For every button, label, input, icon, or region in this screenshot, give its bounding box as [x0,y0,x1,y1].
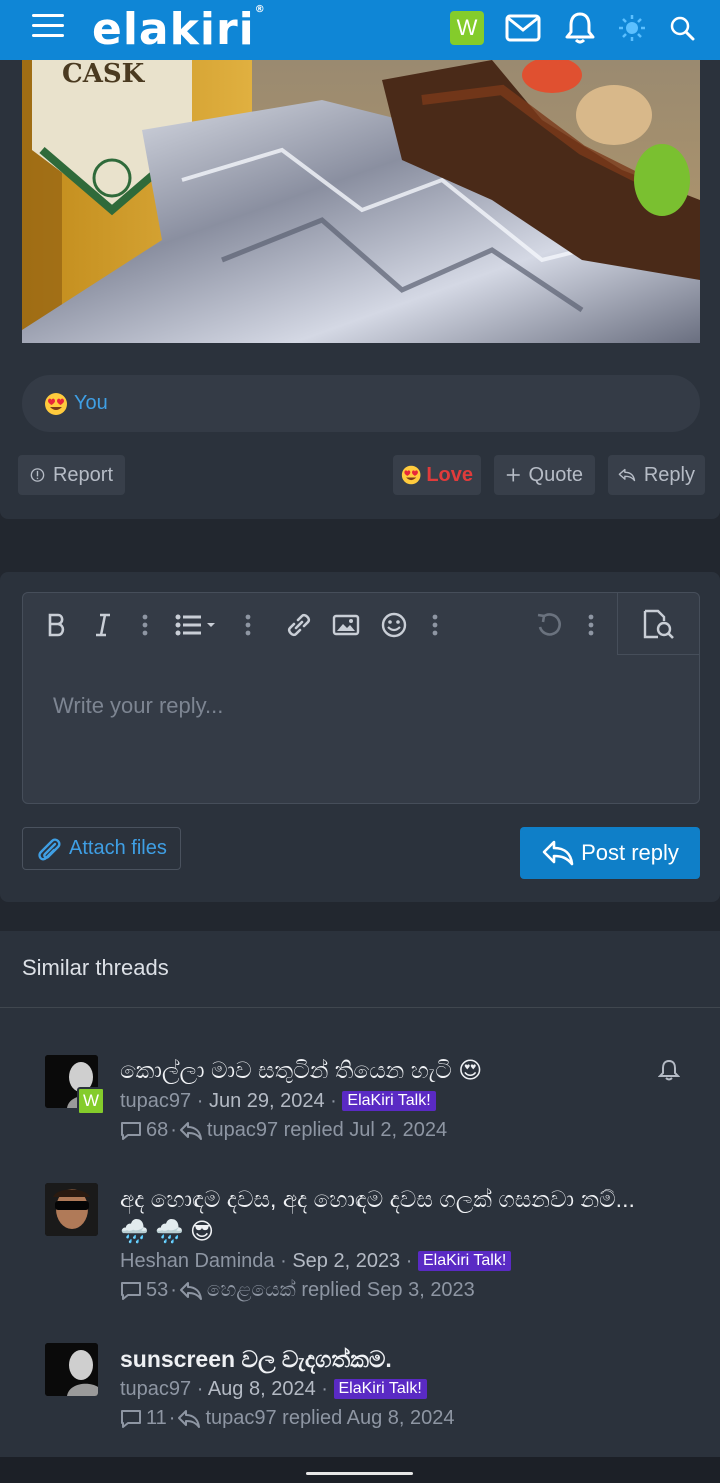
avatar[interactable] [45,1183,98,1236]
report-label: Report [52,463,113,486]
love-label: Love [426,463,473,486]
reaction-user-link[interactable]: You [74,392,108,415]
image-icon[interactable] [330,609,362,641]
paperclip-icon [38,838,61,860]
comment-icon [121,1121,141,1140]
thread-title-link[interactable]: අද හොඳම දවස, අද හොඳම දවස ගලක් ගසනවා නම්.… [120,1183,660,1247]
link-icon[interactable] [283,609,315,641]
more-options-icon[interactable] [232,609,264,641]
alert-circle-icon [30,468,45,482]
similar-threads-block: Similar threads W කොල්ලා මාව සතුටින් තිය… [0,931,720,1457]
love-eyes-emoji-icon [44,392,68,416]
reply-editor[interactable]: Write your reply... [22,592,700,804]
thread-date: Sep 2, 2023 [292,1250,401,1272]
last-reply-info[interactable]: හෙළයෙක් replied Sep 3, 2023 [207,1279,475,1302]
report-button[interactable]: Report [18,455,125,495]
post-attachment-image[interactable]: CASK [22,60,700,343]
home-indicator[interactable] [306,1472,413,1475]
thread-title-link[interactable]: sunscreen වල වැදගත්කම. [120,1343,660,1375]
post-card: CASK You Report Love Quote Reply [0,60,720,519]
quote-label: Quote [528,463,583,486]
bell-icon[interactable] [657,1059,681,1081]
thread-date: Jun 29, 2024 [208,1090,325,1112]
reply-arrow-icon [179,1121,202,1140]
divider [0,1007,720,1008]
last-reply-info[interactable]: tupac97 replied Jul 2, 2024 [207,1119,447,1142]
plus-icon [506,468,520,482]
emoji-icon[interactable] [378,609,410,641]
more-options-icon[interactable] [129,609,161,641]
reply-arrow-icon [178,1409,201,1428]
thread-meta: tupac97 · Jun 29, 2024 · ElaKiri Talk! [120,1090,436,1113]
preview-button[interactable] [617,593,699,655]
thread-author[interactable]: tupac97 [120,1378,191,1400]
reply-placeholder[interactable]: Write your reply... [53,693,223,719]
thread-stats: 53 · හෙළයෙක් replied Sep 3, 2023 [120,1279,475,1302]
love-eyes-emoji-icon [401,465,421,485]
thread-prefix-tag[interactable]: ElaKiri Talk! [417,1251,512,1271]
thread-prefix-tag[interactable]: ElaKiri Talk! [342,1091,436,1111]
mail-icon[interactable] [505,10,541,46]
reply-button[interactable]: Reply [608,455,705,495]
system-navigation-bar [0,1457,720,1483]
thread-date: Aug 8, 2024 [207,1378,316,1400]
quick-reply-form: Write your reply... Attach files Post re… [0,572,720,902]
comment-icon [121,1409,141,1428]
quote-button[interactable]: Quote [494,455,595,495]
thread-meta: tupac97 · Aug 8, 2024 · ElaKiri Talk! [120,1378,427,1401]
love-reaction-button[interactable]: Love [393,455,481,495]
attach-files-label: Attach files [69,837,167,859]
thread-title-link[interactable]: කොල්ලා මාව සතුටින් තියෙන හැටි 😍 [120,1054,660,1086]
reply-count: 11 [146,1407,167,1429]
preview-icon [643,609,674,639]
more-options-icon[interactable] [575,609,607,641]
thread-prefix-tag[interactable]: ElaKiri Talk! [333,1379,427,1399]
thread-stats: 11 · tupac97 replied Aug 8, 2024 [120,1407,455,1430]
comment-icon [121,1281,141,1300]
post-reply-button[interactable]: Post reply [520,827,700,879]
thread-author[interactable]: Heshan Daminda [120,1250,275,1272]
undo-icon[interactable] [533,609,565,641]
thread-stats: 68 · tupac97 replied Jul 2, 2024 [120,1119,447,1142]
svg-text:CASK: CASK [62,60,146,89]
thread-author[interactable]: tupac97 [120,1090,191,1112]
reply-count: 68 [146,1119,169,1141]
reply-arrow-icon [179,1281,202,1300]
reaction-summary-bar[interactable]: You [22,375,700,432]
bell-icon[interactable] [562,10,598,46]
last-reply-info[interactable]: tupac97 replied Aug 8, 2024 [205,1407,454,1430]
avatar[interactable] [45,1343,98,1396]
user-avatar-button[interactable]: W [450,11,484,45]
list-dropdown-icon[interactable] [173,609,223,641]
thread-meta: Heshan Daminda · Sep 2, 2023 · ElaKiri T… [120,1250,512,1273]
site-logo[interactable]: elakiri® [92,4,266,55]
reply-arrow-icon [542,840,574,866]
post-reply-label: Post reply [581,840,679,865]
user-badge-avatar[interactable]: W [77,1087,105,1115]
menu-icon[interactable] [32,14,64,40]
theme-icon[interactable] [614,10,650,46]
reply-arrow-icon [618,468,636,482]
attach-files-button[interactable]: Attach files [22,827,181,870]
italic-icon[interactable] [87,609,119,641]
search-icon[interactable] [664,10,700,46]
reply-count: 53 [146,1279,169,1301]
more-options-icon[interactable] [419,609,451,641]
top-nav-bar: elakiri® W [0,0,720,60]
reply-label: Reply [643,463,695,486]
similar-threads-heading: Similar threads [22,955,169,980]
bold-icon[interactable] [41,609,73,641]
